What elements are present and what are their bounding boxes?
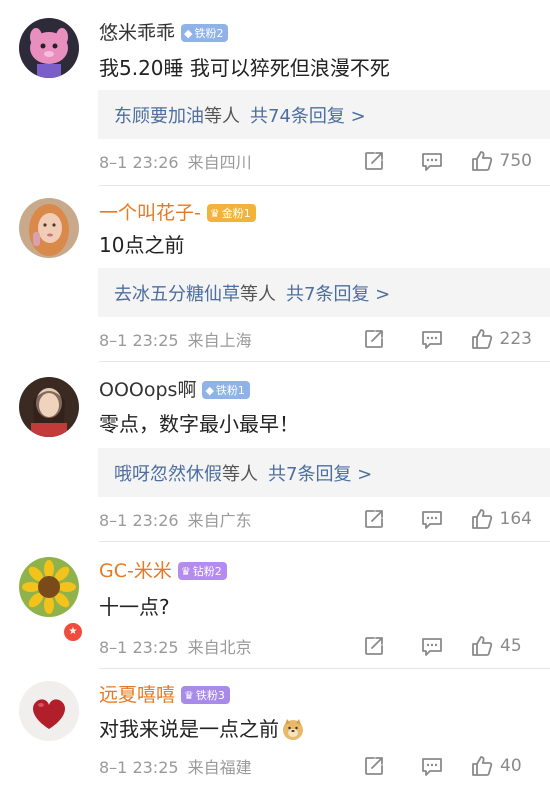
avatar[interactable] (19, 557, 79, 617)
like-count: 750 (499, 151, 532, 171)
comment-item: 悠米乖乖 ◆ 铁粉2 我5.20睡 我可以猝死但浪漫不死 东顾要加油 等人 共74… (0, 0, 550, 186)
comment-location: 来自上海 (187, 331, 252, 350)
fan-badge[interactable]: ♛ 铁粉3 (181, 686, 230, 704)
fan-badge[interactable]: ♛ 钻粉2 (177, 562, 227, 580)
share-icon (362, 149, 386, 173)
share-button[interactable] (362, 634, 386, 658)
reply-count[interactable]: 共7条回复 > (286, 280, 390, 306)
username[interactable]: OOOops啊 (99, 377, 196, 403)
crown-icon: ♛ (209, 206, 220, 220)
thumbs-up-icon (470, 149, 494, 173)
comment-icon (420, 327, 444, 351)
reply-count[interactable]: 共74条回复 > (250, 102, 366, 128)
username[interactable]: 一个叫花子- (99, 200, 201, 226)
comment-button[interactable] (420, 754, 444, 778)
like-button[interactable]: 223 (470, 327, 532, 351)
comment-location: 来自四川 (187, 153, 252, 172)
thumbs-up-icon (470, 327, 494, 351)
comment-button[interactable] (420, 327, 444, 351)
share-icon (362, 507, 386, 531)
avatar[interactable] (19, 681, 79, 741)
like-button[interactable]: 45 (470, 634, 532, 658)
thumbs-up-icon (470, 754, 494, 778)
comment-icon (420, 149, 444, 173)
comment-button[interactable] (420, 634, 444, 658)
like-button[interactable]: 40 (470, 754, 532, 778)
thumbs-up-icon (470, 507, 494, 531)
comment-meta: 8–1 23:25 来自北京 (99, 634, 252, 658)
crown-icon: ♛ (184, 688, 194, 702)
comment-meta: 8–1 23:25 来自上海 (99, 327, 252, 351)
like-count: 40 (500, 756, 522, 776)
reply-suffix: 等人 (222, 463, 258, 485)
like-count: 223 (499, 329, 532, 349)
like-button[interactable]: 750 (470, 149, 532, 173)
diamond-icon: ◆ (205, 383, 214, 397)
comment-location: 来自福建 (187, 758, 252, 777)
comment-item: ★ GC-米米 ♛ 钻粉2 十一点? 8–1 23:25 来自北京 45 (0, 542, 550, 669)
username[interactable]: GC-米米 (99, 558, 172, 584)
comment-date: 8–1 23:25 (99, 331, 179, 350)
fan-badge[interactable]: ♛ 金粉1 (206, 204, 256, 222)
comment-meta: 8–1 23:26 来自广东 (99, 507, 252, 531)
comment-date: 8–1 23:25 (99, 638, 179, 657)
avatar[interactable] (19, 18, 79, 78)
like-button[interactable]: 164 (470, 507, 532, 531)
fan-badge[interactable]: ◆ 铁粉2 (181, 24, 229, 42)
reply-summary[interactable]: 哦呀忽然休假 等人 共7条回复 > (98, 448, 550, 497)
comment-meta: 8–1 23:25 来自福建 (99, 754, 252, 778)
verified-badge-icon: ★ (62, 621, 84, 643)
like-count: 164 (499, 509, 532, 529)
comment-location: 来自北京 (187, 638, 252, 657)
comment-text: 对我来说是一点之前 (99, 717, 279, 741)
comment-icon (420, 754, 444, 778)
like-count: 45 (500, 636, 522, 656)
comment-button[interactable] (420, 149, 444, 173)
share-button[interactable] (362, 507, 386, 531)
share-icon (362, 327, 386, 351)
avatar[interactable] (19, 198, 79, 258)
comment-date: 8–1 23:25 (99, 758, 179, 777)
share-button[interactable] (362, 149, 386, 173)
share-button[interactable] (362, 327, 386, 351)
comment-meta: 8–1 23:26 来自四川 (99, 149, 252, 173)
reply-suffix: 等人 (240, 283, 276, 305)
diamond-icon: ◆ (184, 26, 193, 40)
avatar[interactable] (19, 377, 79, 437)
comment-icon (420, 507, 444, 531)
comment-text: 10点之前 (99, 233, 185, 257)
reply-summary[interactable]: 东顾要加油 等人 共74条回复 > (98, 90, 550, 139)
comment-date: 8–1 23:26 (99, 153, 179, 172)
reply-suffix: 等人 (204, 105, 240, 127)
comment-location: 来自广东 (187, 511, 252, 530)
comment-text: 十一点? (99, 595, 170, 619)
comment-text: 我5.20睡 我可以猝死但浪漫不死 (99, 56, 390, 80)
reply-user[interactable]: 哦呀忽然休假 (114, 460, 222, 486)
crown-icon: ♛ (180, 564, 191, 578)
doge-emoji-icon (283, 719, 303, 740)
reply-user[interactable]: 东顾要加油 (114, 102, 204, 128)
comment-icon (420, 634, 444, 658)
share-button[interactable] (362, 754, 386, 778)
username[interactable]: 悠米乖乖 (99, 20, 175, 46)
thumbs-up-icon (470, 634, 494, 658)
comment-date: 8–1 23:26 (99, 511, 179, 530)
reply-user[interactable]: 去冰五分糖仙草 (114, 280, 240, 306)
comment-item: 一个叫花子- ♛ 金粉1 10点之前 去冰五分糖仙草 等人 共7条回复 > 8–1… (0, 186, 550, 362)
comment-text-row: 对我来说是一点之前 (99, 715, 305, 743)
comment-item: 远夏嘻嘻 ♛ 铁粉3 对我来说是一点之前 8–1 23:25 来自福建 40 (0, 669, 550, 795)
reply-count[interactable]: 共7条回复 > (268, 460, 372, 486)
share-icon (362, 634, 386, 658)
reply-summary[interactable]: 去冰五分糖仙草 等人 共7条回复 > (98, 268, 550, 317)
comment-text: 零点，数字最小最早！ (99, 412, 299, 436)
fan-badge[interactable]: ◆ 铁粉1 (202, 381, 250, 399)
share-icon (362, 754, 386, 778)
comment-button[interactable] (420, 507, 444, 531)
comment-item: OOOops啊 ◆ 铁粉1 零点，数字最小最早！ 哦呀忽然休假 等人 共7条回复 … (0, 362, 550, 542)
username[interactable]: 远夏嘻嘻 (99, 682, 175, 708)
